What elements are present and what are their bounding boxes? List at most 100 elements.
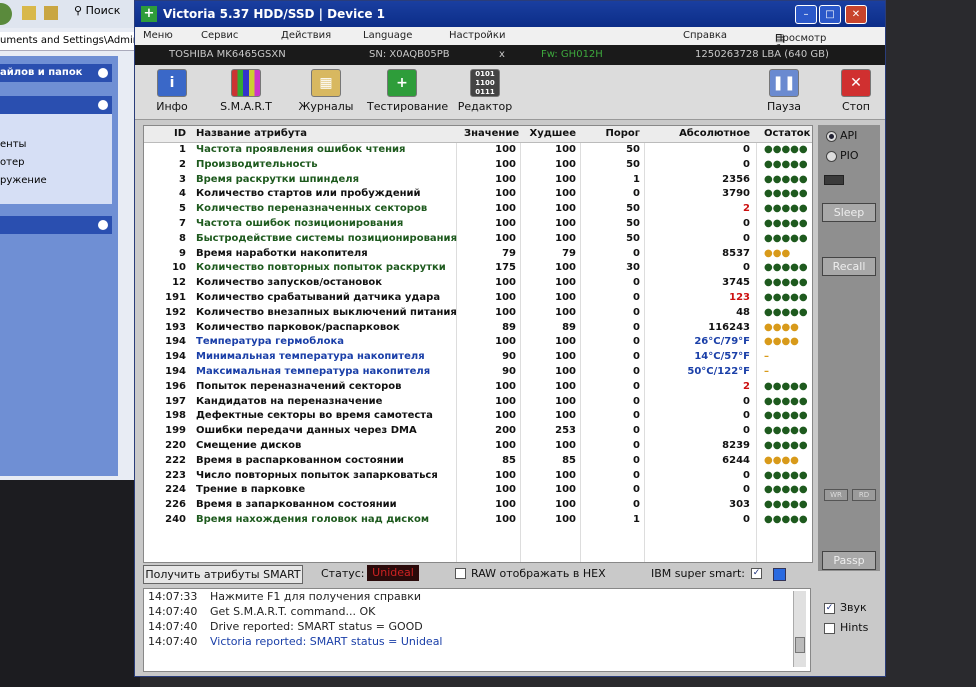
table-row[interactable]: 240 Время нахождения головок над диском 10… (144, 513, 812, 528)
menu-item-language[interactable]: Language (363, 30, 412, 41)
header-threshold[interactable]: Порог (584, 128, 641, 139)
attr-remaining: ●●●●● (764, 306, 808, 318)
menu-item-settings[interactable]: Настройки (449, 30, 505, 41)
attr-worst: 100 (555, 158, 576, 170)
header-name[interactable]: Название атрибута (196, 128, 307, 139)
menu-item-actions[interactable]: Действия (281, 30, 331, 41)
table-row[interactable]: 3 Время раскрутки шпинделя 100 100 1 2356 ●●●●… (144, 173, 812, 188)
table-row[interactable]: 191 Количество срабатываний датчика удара… (144, 291, 812, 306)
attr-remaining: ●●●● (764, 454, 799, 466)
search-button[interactable]: ⚲ Поиск (74, 4, 120, 17)
attr-raw: 48 (736, 306, 750, 318)
header-value[interactable]: Значение (464, 128, 519, 139)
attr-id: 223 (165, 469, 186, 481)
table-row[interactable]: 222 Время в распаркованном состоянии 85 85 0… (144, 454, 812, 469)
task-panel-header-2[interactable] (0, 96, 112, 114)
passp-button[interactable]: Passp (822, 551, 876, 570)
logs-button[interactable]: ▦ Журналы (291, 69, 361, 117)
ibm-super-smart-checkbox[interactable]: ✓ (751, 568, 762, 579)
task-panel-header-3[interactable] (0, 216, 112, 234)
task-link[interactable]: ружение (0, 172, 112, 190)
table-row[interactable]: 197 Кандидатов на переназначение 100 100 0 0 ●… (144, 395, 812, 410)
attr-name: Трение в парковке (196, 484, 306, 496)
sound-checkbox[interactable]: ✓ (824, 603, 835, 614)
attr-name: Количество повторных попыток раскрутки (196, 262, 446, 274)
menu-item-menu[interactable]: Меню (143, 30, 173, 41)
testing-button[interactable]: + Тестирование (367, 69, 448, 117)
attr-threshold: 0 (633, 277, 640, 289)
table-row[interactable]: 220 Смещение дисков 100 100 0 8239 ●●●●● (144, 439, 812, 454)
raw-hex-checkbox[interactable] (455, 568, 466, 579)
attr-id: 199 (165, 425, 186, 437)
header-raw[interactable]: Абсолютное (650, 128, 750, 139)
main-toolbar: i Инфо S.M.A.R.T ▦ Журналы + Тестировани… (135, 65, 885, 120)
log-scrollbar[interactable] (793, 591, 806, 667)
table-row[interactable]: 196 Попыток переназначений секторов 100 100… (144, 380, 812, 395)
header-worst[interactable]: Худшее (524, 128, 577, 139)
table-row[interactable]: 7 Частота ошибок позиционирования 100 100 50… (144, 217, 812, 232)
table-row[interactable]: 194 Максимальная температура накопителя 90… (144, 365, 812, 380)
table-row[interactable]: 194 Минимальная температура накопителя 90 1… (144, 350, 812, 365)
address-bar[interactable]: uments and Settings\Admin\Pa (0, 32, 140, 51)
attr-id: 10 (172, 262, 186, 274)
attr-name: Количество переназначенных секторов (196, 203, 428, 215)
folder-up-icon[interactable] (44, 6, 58, 20)
table-row[interactable]: 10 Количество повторных попыток раскрутки… (144, 261, 812, 276)
attr-name: Время наработки накопителя (196, 247, 368, 259)
attr-name: Кандидатов на переназначение (196, 395, 383, 407)
folder-icon[interactable] (22, 6, 36, 20)
close-button[interactable]: ✕ (845, 5, 867, 24)
get-smart-button[interactable]: Получить атрибуты SMART (143, 565, 303, 584)
table-row[interactable]: 192 Количество внезапных выключений питан… (144, 306, 812, 321)
smart-button[interactable]: S.M.A.R.T (211, 69, 281, 117)
table-row[interactable]: 224 Трение в парковке 100 100 0 0 ●●●●● (144, 483, 812, 498)
header-remaining[interactable]: Остаток (764, 128, 810, 139)
ibm-super-smart-label: IBM super smart: (651, 567, 745, 580)
attr-remaining: ●●● (764, 247, 791, 259)
table-row[interactable]: 226 Время в запаркованном состоянии 100 100… (144, 498, 812, 513)
attr-raw: 116243 (708, 321, 750, 333)
table-row[interactable]: 12 Количество запусков/остановок 100 100 0 37… (144, 276, 812, 291)
chevron-down-icon[interactable] (98, 68, 108, 78)
minimize-button[interactable]: – (795, 5, 817, 24)
api-radio[interactable] (826, 131, 837, 142)
table-row[interactable]: 5 Количество переназначенных секторов 100 1… (144, 202, 812, 217)
table-row[interactable]: 8 Быстродействие системы позиционирования… (144, 232, 812, 247)
task-panel-header[interactable]: айлов и папок (0, 64, 112, 82)
chevron-down-icon[interactable] (98, 220, 108, 230)
back-arrow-icon[interactable] (0, 3, 12, 25)
maximize-button[interactable]: □ (819, 5, 841, 24)
table-row[interactable]: 4 Количество стартов или пробуждений 100 10… (144, 187, 812, 202)
attr-worst: 100 (555, 291, 576, 303)
title-bar[interactable]: + Victoria 5.37 HDD/SSD | Device 1 – □ ✕ (135, 1, 885, 27)
editor-button[interactable]: 0101 1100 0111 Редактор (450, 69, 520, 117)
recall-button[interactable]: Recall (822, 257, 876, 276)
attr-worst: 100 (555, 173, 576, 185)
header-id[interactable]: ID (158, 128, 186, 139)
hints-checkbox[interactable] (824, 623, 835, 634)
scroll-thumb[interactable] (795, 637, 805, 653)
menu-item-service[interactable]: Сервис (201, 30, 238, 41)
table-row[interactable]: 2 Производительность 100 100 50 0 ●●●●● (144, 158, 812, 173)
table-row[interactable]: 223 Число повторных попыток запарковаться… (144, 469, 812, 484)
info-button[interactable]: i Инфо (137, 69, 207, 117)
table-row[interactable]: 199 Ошибки передачи данных через DMA 200 25… (144, 424, 812, 439)
table-row[interactable]: 194 Температура гермоблока 100 100 0 26°C/79°… (144, 335, 812, 350)
attr-value: 89 (502, 321, 516, 333)
stop-button[interactable]: ✕ Стоп (821, 69, 891, 117)
sleep-button[interactable]: Sleep (822, 203, 876, 222)
sound-hints-panel: ✓ Звук Hints (818, 599, 880, 659)
table-row[interactable]: 193 Количество парковок/распарковок 89 89 0 1… (144, 321, 812, 336)
attr-worst: 100 (555, 395, 576, 407)
task-link[interactable]: отер (0, 154, 112, 172)
table-row[interactable]: 1 Частота проявления ошибок чтения 100 100 5… (144, 143, 812, 158)
table-row[interactable]: 9 Время наработки накопителя 79 79 0 8537 ●●● (144, 247, 812, 262)
menu-item-help[interactable]: Справка (683, 30, 727, 41)
pio-radio[interactable] (826, 151, 837, 162)
pause-button[interactable]: ❚❚ Пауза (749, 69, 819, 117)
chevron-up-icon[interactable] (98, 100, 108, 110)
attr-name: Количество стартов или пробуждений (196, 188, 421, 200)
table-row[interactable]: 198 Дефектные секторы во время самотеста 1… (144, 409, 812, 424)
log-time: 14:07:40 (148, 635, 198, 648)
task-link[interactable]: енты (0, 136, 112, 154)
